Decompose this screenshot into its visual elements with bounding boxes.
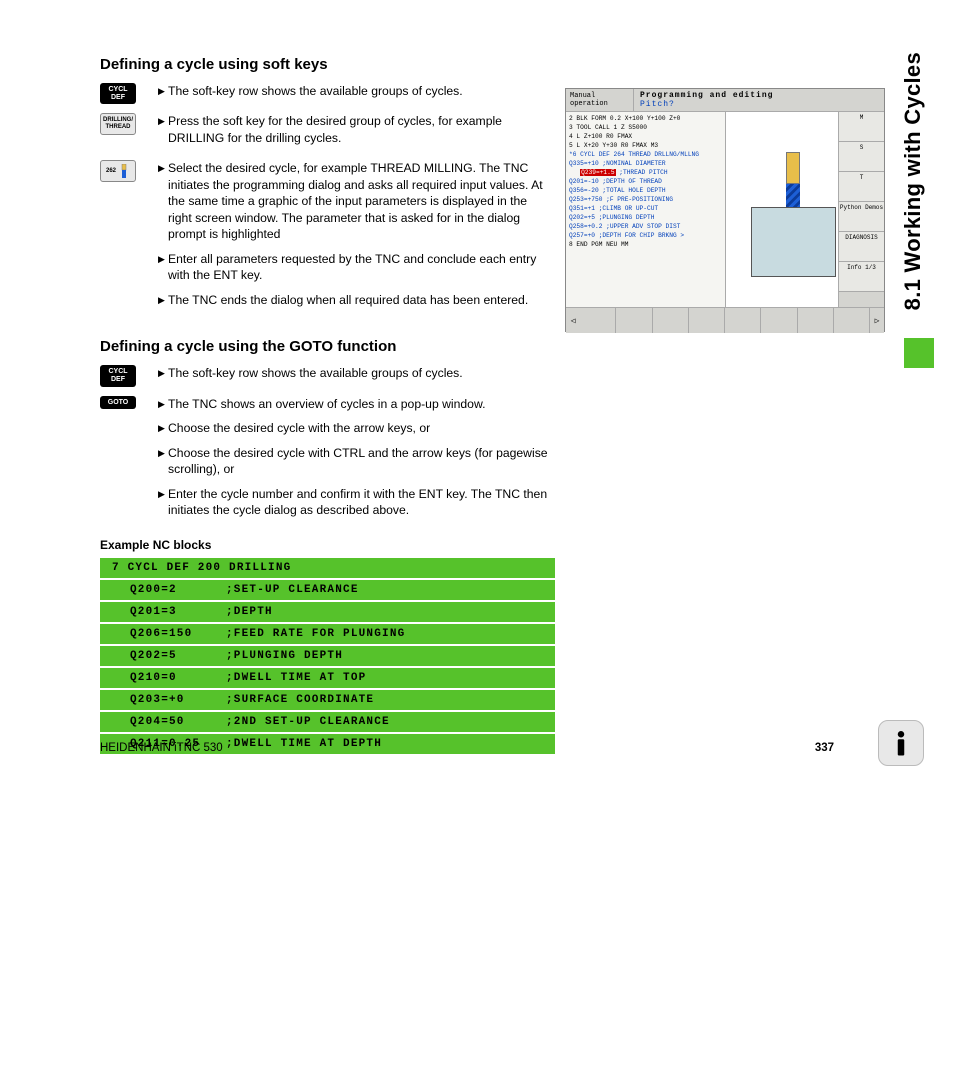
table-row: Q204=50;2ND SET-UP CLEARANCE <box>100 711 555 733</box>
table-row: Q206=150;FEED RATE FOR PLUNGING <box>100 623 555 645</box>
workpiece-graphic-icon <box>751 207 836 277</box>
info-icon <box>878 720 924 766</box>
list-item: ▶ Select the desired cycle, for example … <box>158 160 553 242</box>
footer-product: HEIDENHAIN iTNC 530 <box>100 742 223 754</box>
list-item: ▶ Press the soft key for the desired gro… <box>158 113 553 146</box>
bullet-marker-icon: ▶ <box>158 160 168 242</box>
scr-side-button: DIAGNOSIS <box>839 232 884 262</box>
table-row: Q200=2;SET-UP CLEARANCE <box>100 579 555 601</box>
scr-side-button: Python Demos <box>839 202 884 232</box>
list-item: ▶ Enter the cycle number and confirm it … <box>158 486 553 519</box>
scr-mode-label: Manual operation <box>566 89 634 111</box>
scr-graphic-panel <box>726 112 838 307</box>
side-color-tab <box>904 338 934 368</box>
table-row: Q210=0;DWELL TIME AT TOP <box>100 667 555 689</box>
bullet-marker-icon: ▶ <box>158 396 168 412</box>
softkey-goto: GOTO <box>100 396 136 410</box>
list-item: ▶ The TNC shows an overview of cycles in… <box>158 396 553 412</box>
heading-goto: Defining a cycle using the GOTO function <box>100 338 834 355</box>
softkey-cycl-def: CYCL DEF <box>100 83 136 104</box>
bullet-marker-icon: ▶ <box>158 113 168 146</box>
scr-side-button: M <box>839 112 884 142</box>
heading-softkeys: Defining a cycle using soft keys <box>100 56 834 73</box>
scr-right-buttons: MSTPython DemosDIAGNOSISInfo 1/3 <box>838 112 884 307</box>
list-item: ▶ Enter all parameters requested by the … <box>158 251 553 284</box>
list-item: ▶ Choose the desired cycle with the arro… <box>158 420 553 436</box>
scr-prompt: Pitch? <box>640 100 878 109</box>
bullet-marker-icon: ▶ <box>158 365 168 381</box>
tool-graphic-icon <box>786 152 800 212</box>
table-row: Q201=3;DEPTH <box>100 601 555 623</box>
scroll-right-icon: ▷ <box>870 308 884 333</box>
scroll-left-icon: ◁ <box>566 308 580 333</box>
scr-code-panel: 2 BLK FORM 0.2 X+100 Y+100 Z+03 TOOL CAL… <box>566 112 726 307</box>
bullet-marker-icon: ▶ <box>158 486 168 519</box>
bullet-marker-icon: ▶ <box>158 445 168 478</box>
list-item: ▶ The soft-key row shows the available g… <box>158 83 553 99</box>
softkey-cycle-262: 262 <box>100 160 136 182</box>
scr-side-button: Info 1/3 <box>839 262 884 292</box>
list-item: ▶ Choose the desired cycle with CTRL and… <box>158 445 553 478</box>
bullet-marker-icon: ▶ <box>158 292 168 308</box>
side-chapter-title: 8.1 Working with Cycles <box>900 52 926 310</box>
list-item: ▶ The TNC ends the dialog when all requi… <box>158 292 553 308</box>
page-number: 337 <box>815 742 834 754</box>
bullet-marker-icon: ▶ <box>158 251 168 284</box>
table-row: Q202=5;PLUNGING DEPTH <box>100 645 555 667</box>
list-item: ▶ The soft-key row shows the available g… <box>158 365 553 381</box>
softkey-cycl-def: CYCL DEF <box>100 365 136 386</box>
softkey-drilling-thread: DRILLING/ THREAD <box>100 113 136 134</box>
nc-blocks-heading: Example NC blocks <box>100 538 834 552</box>
table-row: 7 CYCL DEF 200 DRILLING <box>100 558 555 579</box>
scr-side-button: T <box>839 172 884 202</box>
scr-softkey-row: ◁ ▷ <box>566 307 884 333</box>
scr-title: Programming and editing <box>640 91 878 100</box>
nc-code-table: 7 CYCL DEF 200 DRILLING Q200=2;SET-UP CL… <box>100 558 555 756</box>
bullet-marker-icon: ▶ <box>158 83 168 99</box>
tnc-screen-figure: Manual operation Programming and editing… <box>565 88 885 332</box>
scr-side-button: S <box>839 142 884 172</box>
bullet-marker-icon: ▶ <box>158 420 168 436</box>
table-row: Q203=+0;SURFACE COORDINATE <box>100 689 555 711</box>
